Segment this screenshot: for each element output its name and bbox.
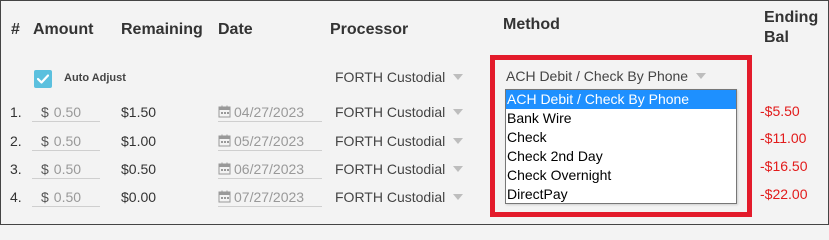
row-number: 3. bbox=[10, 161, 22, 177]
method-select-value: ACH Debit / Check By Phone bbox=[506, 68, 689, 84]
method-select[interactable]: ACH Debit / Check By Phone bbox=[506, 68, 707, 84]
header-num: # bbox=[11, 21, 20, 38]
amount-input[interactable]: $ 0.50 bbox=[32, 131, 100, 151]
chevron-down-icon bbox=[696, 73, 707, 79]
ending-balance: -$11.00 bbox=[760, 130, 807, 146]
processor-select[interactable]: FORTH Custodial bbox=[335, 189, 464, 205]
currency-symbol: $ bbox=[41, 103, 49, 120]
date-value: 07/27/2023 bbox=[234, 188, 305, 205]
calendar-icon bbox=[218, 105, 231, 118]
processor-value: FORTH Custodial bbox=[335, 161, 446, 177]
date-value: 06/27/2023 bbox=[234, 160, 305, 177]
processor-value: FORTH Custodial bbox=[335, 104, 446, 120]
chevron-down-icon bbox=[453, 194, 464, 200]
date-input[interactable]: 05/27/2023 bbox=[218, 131, 322, 151]
currency-symbol: $ bbox=[41, 188, 49, 205]
processor-select[interactable]: FORTH Custodial bbox=[335, 133, 464, 149]
remaining-value: $1.00 bbox=[121, 133, 157, 149]
chevron-down-icon bbox=[453, 166, 464, 172]
row-number: 1. bbox=[10, 104, 22, 120]
calendar-icon bbox=[218, 134, 231, 147]
processor-select[interactable]: FORTH Custodial bbox=[335, 161, 464, 177]
processor-select[interactable]: FORTH Custodial bbox=[335, 104, 464, 120]
chevron-down-icon bbox=[453, 138, 464, 144]
auto-adjust-label: Auto Adjust bbox=[64, 72, 126, 84]
calendar-icon bbox=[218, 190, 231, 203]
header-date: Date bbox=[218, 21, 253, 38]
processor-value: FORTH Custodial bbox=[335, 133, 446, 149]
amount-value: 0.50 bbox=[53, 132, 82, 149]
amount-input[interactable]: $ 0.50 bbox=[32, 187, 100, 207]
date-input[interactable]: 04/27/2023 bbox=[218, 102, 322, 122]
amount-input[interactable]: $ 0.50 bbox=[32, 159, 100, 179]
date-input[interactable]: 06/27/2023 bbox=[218, 159, 322, 179]
chevron-down-icon bbox=[453, 109, 464, 115]
ending-balance: -$22.00 bbox=[760, 186, 808, 202]
method-option[interactable]: ACH Debit / Check By Phone bbox=[506, 90, 736, 109]
remaining-value: $0.50 bbox=[121, 161, 157, 177]
date-value: 05/27/2023 bbox=[234, 132, 305, 149]
method-option[interactable]: Bank Wire bbox=[506, 109, 736, 128]
method-option[interactable]: Check 2nd Day bbox=[506, 147, 736, 166]
processor-value: FORTH Custodial bbox=[335, 189, 446, 205]
amount-input[interactable]: $ 0.50 bbox=[32, 102, 100, 122]
row-number: 4. bbox=[10, 189, 22, 205]
header-remaining: Remaining bbox=[121, 21, 203, 38]
amount-value: 0.50 bbox=[53, 103, 82, 120]
header-ending-bal-line1: Ending bbox=[764, 9, 819, 26]
amount-value: 0.50 bbox=[53, 160, 82, 177]
row-number: 2. bbox=[10, 133, 22, 149]
method-option[interactable]: Check Overnight bbox=[506, 166, 736, 185]
header-amount: Amount bbox=[33, 21, 94, 38]
ending-balance: -$16.50 bbox=[760, 158, 808, 174]
checkmark-icon bbox=[37, 74, 49, 84]
currency-symbol: $ bbox=[41, 132, 49, 149]
amount-value: 0.50 bbox=[53, 188, 82, 205]
calendar-icon bbox=[218, 162, 231, 175]
header-ending-bal-line2: Bal bbox=[764, 29, 789, 46]
ending-balance: -$5.50 bbox=[760, 103, 800, 119]
auto-adjust-checkbox[interactable] bbox=[34, 70, 52, 88]
header-method: Method bbox=[503, 16, 560, 33]
default-processor-select[interactable]: FORTH Custodial bbox=[335, 69, 464, 85]
method-option[interactable]: DirectPay bbox=[506, 185, 736, 204]
date-value: 04/27/2023 bbox=[234, 103, 305, 120]
date-input[interactable]: 07/27/2023 bbox=[218, 187, 322, 207]
remaining-value: $1.50 bbox=[121, 104, 157, 120]
default-processor-value: FORTH Custodial bbox=[335, 69, 446, 85]
currency-symbol: $ bbox=[41, 160, 49, 177]
chevron-down-icon bbox=[453, 74, 464, 80]
method-dropdown-list: ACH Debit / Check By Phone Bank Wire Che… bbox=[505, 89, 737, 204]
method-option[interactable]: Check bbox=[506, 128, 736, 147]
header-processor: Processor bbox=[330, 21, 409, 38]
remaining-value: $0.00 bbox=[121, 189, 157, 205]
